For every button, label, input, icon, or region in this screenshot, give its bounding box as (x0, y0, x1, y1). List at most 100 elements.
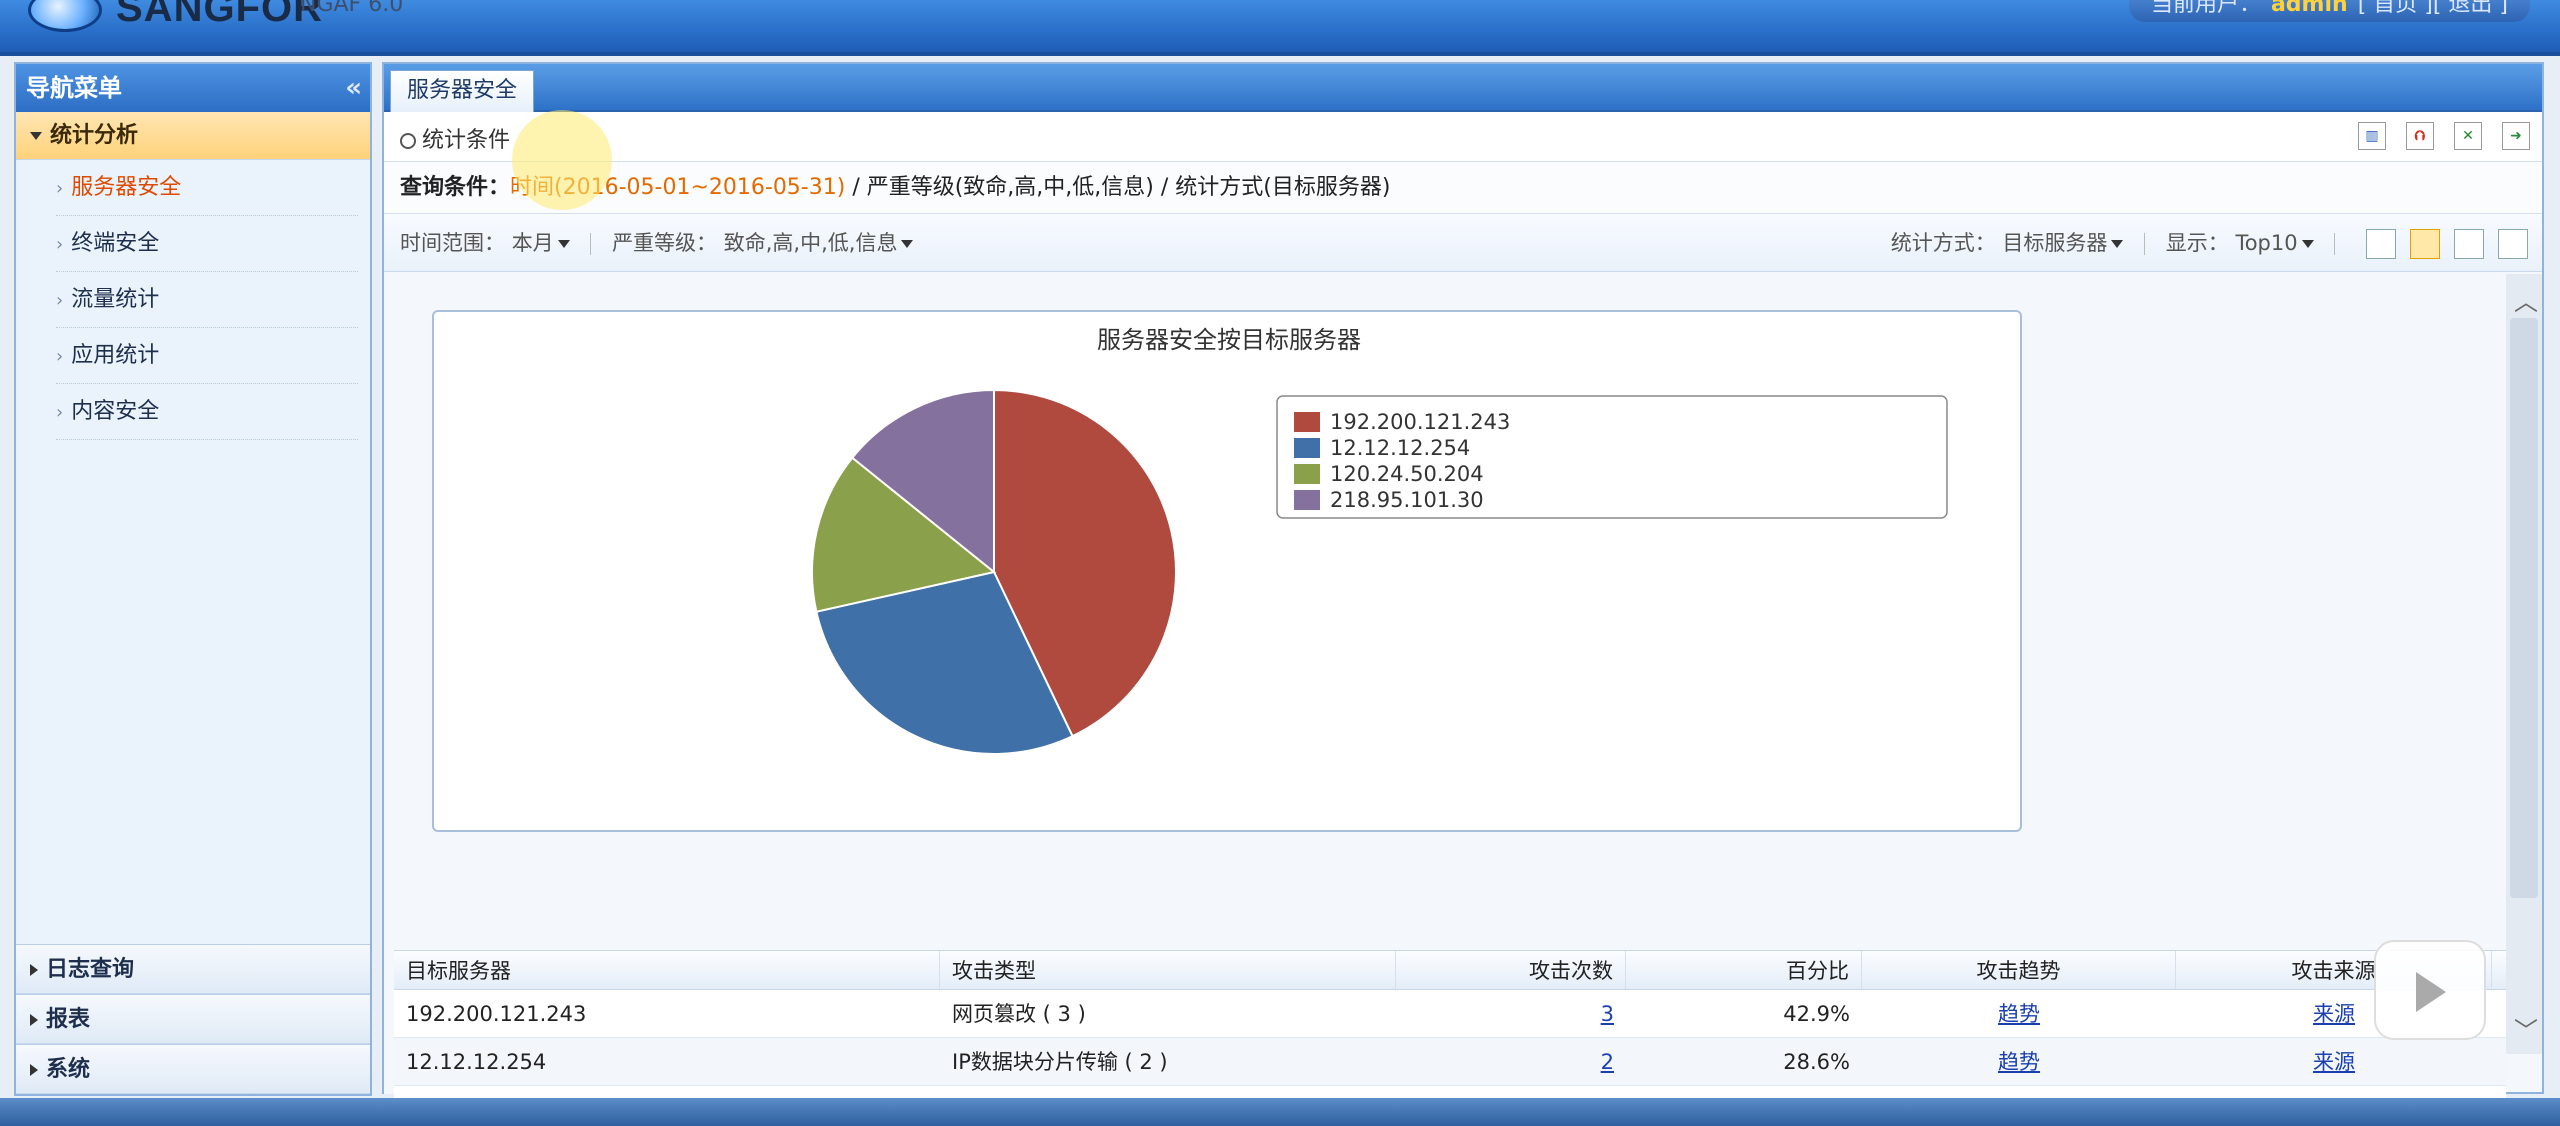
caret-right-icon (30, 964, 38, 976)
nav-section-label: 统计分析 (50, 123, 139, 148)
legend-label: 192.200.121.243 (1330, 410, 1510, 434)
table-view-icon[interactable] (2366, 229, 2396, 259)
caret-right-icon (30, 1064, 38, 1076)
scroll-down-icon[interactable]: ﹀ (2514, 1011, 2538, 1046)
nav-section-reports[interactable]: 报表 (16, 994, 370, 1044)
nav-section-label: 系统 (46, 1057, 91, 1082)
nav-item-label: 终端安全 (71, 231, 160, 256)
cell-pct: 42.9% (1783, 1002, 1850, 1026)
time-range-dropdown[interactable]: 本月 (512, 231, 570, 255)
count-link[interactable]: 3 (1601, 1002, 1614, 1026)
table-row: 12.12.12.254 IP数据块分片传输 ( 2 ) 2 28.6% 趋势 … (394, 1038, 2506, 1086)
display-dropdown[interactable]: Top10 (2235, 231, 2314, 255)
chevron-right-icon: › (56, 402, 64, 423)
query-label: 查询条件： (400, 175, 511, 200)
table-header: 目标服务器 攻击类型 攻击次数 百分比 攻击趋势 攻击来源 (394, 950, 2506, 990)
nav-item-label: 应用统计 (71, 343, 160, 368)
tab-server-security[interactable]: 服务器安全 (390, 70, 535, 112)
count-link[interactable]: 2 (1601, 1050, 1614, 1074)
legend-label: 120.24.50.204 (1330, 462, 1484, 486)
display-value: Top10 (2235, 231, 2298, 255)
scroll-up-icon[interactable]: ︿ (2514, 282, 2538, 317)
collapse-icon[interactable]: « (345, 64, 362, 112)
nav-item-app-stats[interactable]: › 应用统计 (16, 328, 370, 384)
legend-label: 218.95.101.30 (1330, 488, 1484, 512)
line-view-icon[interactable] (2454, 229, 2484, 259)
user-box: 当前用户： admin [ 首页 ][ 退出 ] (2128, 0, 2530, 22)
col-attack-count[interactable]: 攻击次数 (1396, 951, 1626, 989)
left-navigation: 导航菜单 « 统计分析 › 服务器安全 › 终端安全 › 流量统计 › 应用统计 › 内容… (14, 62, 372, 1096)
username: admin (2270, 0, 2348, 17)
chart-container: 服务器安全按目标服务器 192.200.121.243 12.12.12.254 1… (432, 310, 2022, 832)
caret-down-icon (2111, 240, 2124, 248)
nav-bottom-sections: 日志查询 报表 系统 (16, 944, 370, 1094)
pdf-icon[interactable]: ⮉ (2406, 122, 2434, 150)
caret-down-icon (901, 240, 914, 248)
nav-item-label: 内容安全 (71, 399, 160, 424)
nav-section-log-query[interactable]: 日志查询 (16, 944, 370, 994)
export-icon[interactable]: ➜ (2502, 122, 2530, 150)
nav-item-traffic-stats[interactable]: › 流量统计 (16, 272, 370, 328)
caret-down-icon (2301, 240, 2314, 248)
cursor-highlight (512, 110, 612, 210)
nav-item-label: 流量统计 (71, 287, 160, 312)
report-icon[interactable]: ▥ (2358, 122, 2386, 150)
nav-item-server-security[interactable]: › 服务器安全 (16, 160, 370, 216)
stat-conditions-button[interactable]: 统计条件 (400, 122, 510, 154)
nav-section-system[interactable]: 系统 (16, 1044, 370, 1094)
nav-item-endpoint-security[interactable]: › 终端安全 (16, 216, 370, 272)
stat-mode-label: 统计方式： (1890, 231, 1996, 255)
chart-title: 服务器安全按目标服务器 (1097, 326, 1361, 354)
logout-link[interactable]: [ 退出 ] (2433, 0, 2508, 17)
divider (2334, 233, 2336, 255)
excel-icon[interactable]: ✕ (2454, 122, 2482, 150)
area-view-icon[interactable] (2498, 229, 2528, 259)
severity-dropdown[interactable]: 致命,高,中,低,信息 (724, 231, 914, 255)
severity-value: 致命,高,中,低,信息 (723, 231, 898, 255)
nav-section-label: 日志查询 (46, 957, 135, 982)
nav-title: 导航菜单 (26, 74, 122, 102)
stat-mode-dropdown[interactable]: 目标服务器 (2002, 231, 2124, 255)
source-link[interactable]: 来源 (2313, 1050, 2355, 1074)
vertical-scrollbar[interactable]: ︿ ﹀ (2506, 274, 2542, 1054)
view-switcher (2366, 229, 2528, 259)
play-triangle-icon (2416, 972, 2446, 1012)
cell-pct: 28.6% (1783, 1050, 1850, 1074)
search-icon (400, 133, 416, 149)
chevron-right-icon: › (56, 234, 64, 255)
scroll-thumb[interactable] (2510, 318, 2538, 898)
col-attack-trend[interactable]: 攻击趋势 (1862, 951, 2176, 989)
nav-header: 导航菜单 « (16, 64, 370, 112)
sangfor-logo-icon (28, 0, 102, 32)
severity-label: 严重等级： (612, 231, 718, 255)
divider (2144, 233, 2146, 255)
trend-link[interactable]: 趋势 (1998, 1002, 2040, 1026)
brand-name: SANGFOR (116, 0, 323, 30)
product-name: NGAF 6.0 (300, 0, 404, 17)
nav-item-content-security[interactable]: › 内容安全 (16, 384, 370, 440)
query-rest: / 严重等级(致命,高,中,低,信息) / 统计方式(目标服务器) (845, 175, 1391, 200)
col-percentage[interactable]: 百分比 (1626, 951, 1862, 989)
query-conditions: 查询条件：时间(2016-05-01~2016-05-31) / 严重等级(致命… (384, 162, 2542, 214)
cell-type: 网页篡改 ( 3 ) (952, 1002, 1086, 1026)
nav-section-label: 报表 (46, 1007, 91, 1032)
trend-link[interactable]: 趋势 (1998, 1050, 2040, 1074)
col-attack-type[interactable]: 攻击类型 (940, 951, 1396, 989)
divider (590, 233, 592, 255)
content-area: 服务器安全按目标服务器 192.200.121.243 12.12.12.254 1… (384, 274, 2506, 1126)
home-link[interactable]: [ 首页 ] (2358, 0, 2433, 17)
legend-swatch (1294, 412, 1320, 432)
legend-swatch (1294, 438, 1320, 458)
video-play-icon[interactable] (2374, 940, 2486, 1040)
legend-label: 12.12.12.254 (1330, 436, 1470, 460)
nav-section-stats[interactable]: 统计分析 (16, 112, 370, 160)
source-link[interactable]: 来源 (2313, 1002, 2355, 1026)
main-panel: 服务器安全 统计条件 ▥ ⮉ ✕ ➜ 查询条件：时间(2016-05-01~20… (382, 62, 2544, 1126)
col-target-server[interactable]: 目标服务器 (394, 951, 940, 989)
filter-bar: 时间范围： 本月 严重等级： 致命,高,中,低,信息 统计方式： 目标服务器 显… (384, 214, 2542, 272)
table-row: 192.200.121.243 网页篡改 ( 3 ) 3 42.9% 趋势 来源 (394, 990, 2506, 1038)
cell-type: IP数据块分片传输 ( 2 ) (952, 1050, 1168, 1074)
pie-view-icon[interactable] (2410, 229, 2440, 259)
legend-swatch (1294, 490, 1320, 510)
cell-server: 192.200.121.243 (406, 1002, 587, 1026)
